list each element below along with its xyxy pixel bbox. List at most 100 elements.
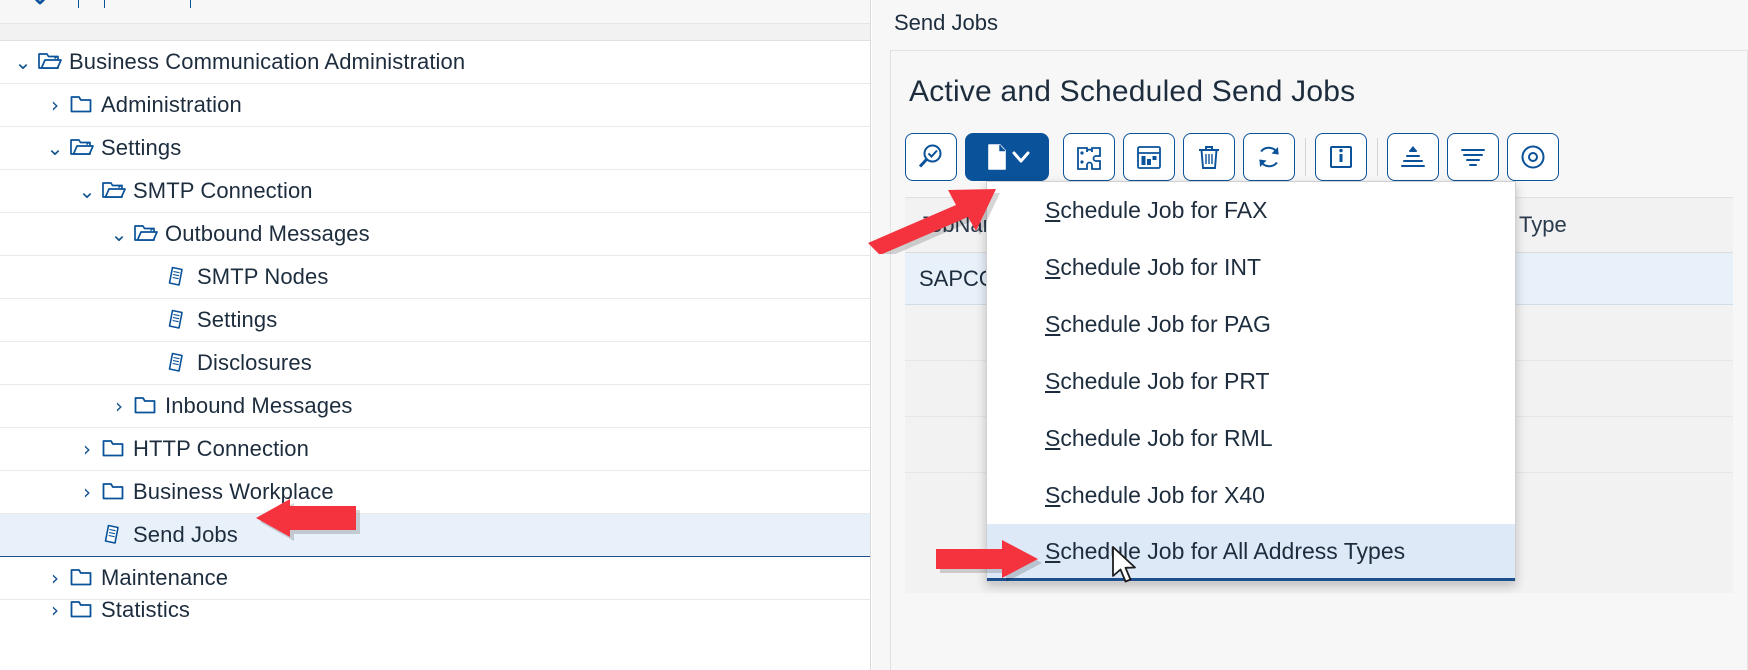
calendar-button[interactable] <box>1123 133 1175 181</box>
delete-button[interactable] <box>1183 133 1235 181</box>
sort-icon <box>1398 142 1428 172</box>
open-folder-icon <box>132 221 162 247</box>
closed-folder-icon <box>100 436 130 462</box>
search-approve-icon <box>916 142 946 172</box>
menu-item-label: chedule Job for PRT <box>1060 368 1270 394</box>
tree-item-http-connection[interactable]: › HTTP Connection <box>0 428 870 471</box>
menu-item-schedule-job-for-pag[interactable]: Schedule Job for PAG <box>987 296 1515 353</box>
chevron-down-icon[interactable]: ⌄ <box>74 181 100 201</box>
create-job-button[interactable] <box>965 133 1049 181</box>
tree-item-label: Disclosures <box>197 350 312 375</box>
tree-item-label: Inbound Messages <box>165 393 353 418</box>
chevron-down-icon[interactable]: ⌄ <box>106 224 132 244</box>
page-title: Send Jobs <box>894 10 998 35</box>
tree-item-send-jobs[interactable]: Send Jobs <box>0 514 870 557</box>
tree-item-business-workplace[interactable]: › Business Workplace <box>0 471 870 514</box>
tree-item-business-communication-administration[interactable]: ⌄ Business Communication Administration <box>0 41 870 84</box>
chevron-right-icon[interactable]: › <box>42 600 68 620</box>
settings-circle-icon <box>1518 142 1548 172</box>
search-approve-button[interactable] <box>905 133 957 181</box>
chevron-right-icon[interactable]: › <box>74 439 100 459</box>
column-header-type[interactable]: Type <box>1505 212 1733 238</box>
tree-item-label: Administration <box>101 92 242 117</box>
tree-item-smtp-nodes[interactable]: SMTP Nodes <box>0 256 870 299</box>
screen-root: ⌄ ⌃ ⌄ Business Communication Administrati… <box>0 0 1748 670</box>
toolbar-divider-1 <box>78 0 79 8</box>
chevron-down-icon[interactable]: ⌄ <box>42 138 68 158</box>
puzzle-settings-icon <box>1074 142 1104 172</box>
tree-item-label: Outbound Messages <box>165 221 370 246</box>
tree-item-statistics[interactable]: › Statistics <box>0 597 870 623</box>
toolbar-button-wrap <box>1063 133 1123 181</box>
menu-item-label: chedule Job for FAX <box>1060 197 1268 223</box>
menu-item-schedule-job-for-prt[interactable]: Schedule Job for PRT <box>987 353 1515 410</box>
menu-item-schedule-job-for-int[interactable]: Schedule Job for INT <box>987 239 1515 296</box>
refresh-icon <box>1254 142 1284 172</box>
toolbar-button-wrap <box>1243 133 1303 181</box>
tree-item-maintenance[interactable]: › Maintenance <box>0 557 870 600</box>
page-header: Send Jobs <box>872 0 1748 49</box>
toolbar-button-wrap <box>1447 133 1507 181</box>
expand-all-icon[interactable]: ⌃ <box>126 0 154 10</box>
tree-item-label: Maintenance <box>101 565 229 590</box>
filter-button[interactable] <box>1447 133 1499 181</box>
card-toolbar <box>905 131 1567 183</box>
closed-folder-icon <box>100 479 130 505</box>
toolbar-divider-3 <box>190 0 191 8</box>
navigation-tree-panel: ⌄ ⌃ ⌄ Business Communication Administrati… <box>0 0 871 670</box>
tree-item-outbound-messages[interactable]: ⌄ Outbound Messages <box>0 213 870 256</box>
menu-item-schedule-job-for-all-address-types[interactable]: Schedule Job for All Address Types <box>987 524 1515 581</box>
chevron-right-icon[interactable]: › <box>42 95 68 115</box>
tree-item-administration[interactable]: › Administration <box>0 84 870 127</box>
tree-item-label: Settings <box>101 135 182 160</box>
puzzle-settings-button[interactable] <box>1063 133 1115 181</box>
menu-item-label: chedule Job for All Address Types <box>1060 537 1406 564</box>
tree-item-label: SMTP Connection <box>133 178 313 203</box>
refresh-button[interactable] <box>1243 133 1295 181</box>
tree-item-label: SMTP Nodes <box>197 264 329 289</box>
calendar-icon <box>1134 142 1164 172</box>
document-icon <box>164 307 194 333</box>
tree-item-label: Send Jobs <box>133 522 238 547</box>
menu-item-accesskey: S <box>1045 311 1061 337</box>
open-folder-icon <box>100 178 130 204</box>
menu-item-accesskey: S <box>1045 537 1061 564</box>
tree-item-disclosures[interactable]: Disclosures <box>0 342 870 385</box>
tree-list: ⌄ Business Communication Administration › A… <box>0 41 870 623</box>
menu-item-label: chedule Job for PAG <box>1060 311 1271 337</box>
menu-item-label: chedule Job for RML <box>1060 425 1273 451</box>
menu-item-accesskey: S <box>1045 425 1061 451</box>
collapse-all-icon[interactable]: ⌄ <box>26 0 54 10</box>
tree-item-smtp-connection[interactable]: ⌄ SMTP Connection <box>0 170 870 213</box>
menu-item-accesskey: S <box>1045 254 1061 280</box>
menu-item-label: chedule Job for INT <box>1060 254 1262 280</box>
chevron-right-icon[interactable]: › <box>106 396 132 416</box>
chevron-right-icon[interactable]: › <box>74 482 100 502</box>
tree-item-label: Settings <box>197 307 278 332</box>
tree-subheader-bar <box>0 24 870 41</box>
tree-item-settings[interactable]: ⌄ Settings <box>0 127 870 170</box>
closed-folder-icon <box>132 393 162 419</box>
menu-item-schedule-job-for-rml[interactable]: Schedule Job for RML <box>987 410 1515 467</box>
toolbar-button-wrap <box>905 133 965 181</box>
chevron-right-icon[interactable]: › <box>42 568 68 588</box>
toolbar-button-wrap <box>1315 133 1375 181</box>
card-title: Active and Scheduled Send Jobs <box>909 75 1356 108</box>
delete-icon <box>1194 142 1224 172</box>
info-icon <box>1326 142 1356 172</box>
filter-icon <box>1458 142 1488 172</box>
closed-folder-icon <box>68 597 98 623</box>
open-folder-icon <box>36 49 66 75</box>
document-icon <box>164 264 194 290</box>
menu-item-schedule-job-for-x40[interactable]: Schedule Job for X40 <box>987 467 1515 524</box>
tree-item-label: Statistics <box>101 597 191 622</box>
tree-item-inbound-messages[interactable]: › Inbound Messages <box>0 385 870 428</box>
tree-item-settings[interactable]: Settings <box>0 299 870 342</box>
chevron-down-icon[interactable]: ⌄ <box>10 52 36 72</box>
toolbar-button-wrap <box>965 133 1063 181</box>
menu-item-schedule-job-for-fax[interactable]: Schedule Job for FAX <box>987 182 1515 239</box>
settings-circle-button[interactable] <box>1507 133 1559 181</box>
sort-button[interactable] <box>1387 133 1439 181</box>
open-folder-icon <box>68 135 98 161</box>
info-button[interactable] <box>1315 133 1367 181</box>
